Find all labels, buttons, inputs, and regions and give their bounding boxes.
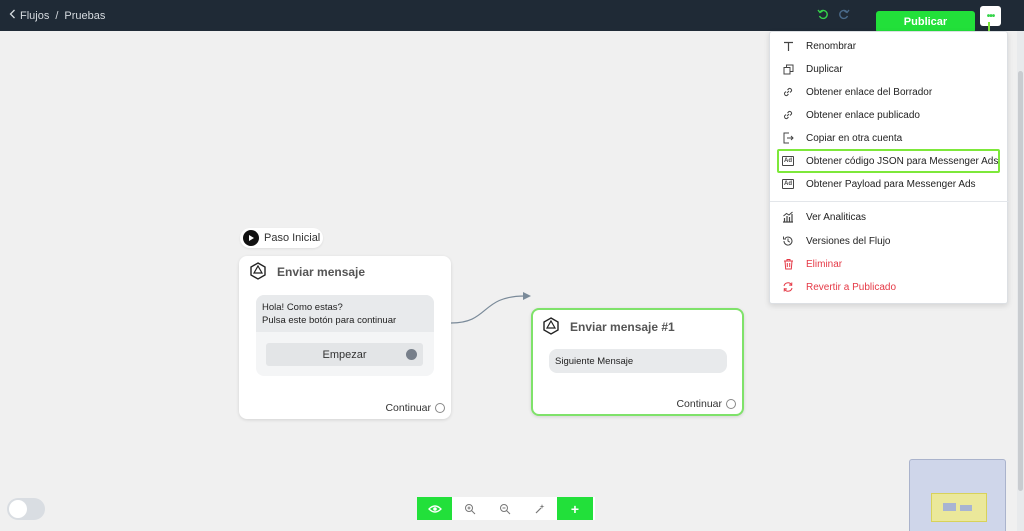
more-options-button[interactable]: ••• (980, 6, 1001, 26)
more-horizontal-icon: ••• (986, 10, 995, 22)
continue-handle[interactable] (726, 399, 736, 409)
menu-item-label: Eliminar (806, 258, 843, 270)
message-card[interactable]: Hola! Como estas? Pulsa este botón para … (256, 295, 434, 376)
menu-item-enlace-borrador[interactable]: Obtener enlace del Borrador (780, 82, 932, 102)
zoom-in-button[interactable] (452, 497, 487, 520)
breadcrumb: Flujos / Pruebas (9, 9, 105, 22)
menu-item-copiar-cuenta[interactable]: Copiar en otra cuenta (780, 128, 902, 148)
node-title: Enviar mensaje #1 (570, 320, 675, 334)
start-step-label: Paso Inicial (264, 232, 321, 244)
menu-item-renombrar[interactable]: Renombrar (780, 36, 856, 56)
breadcrumb-pruebas: Pruebas (64, 9, 106, 22)
auto-layout-button[interactable] (522, 497, 557, 520)
breadcrumb-separator: / (55, 9, 59, 22)
plus-icon: + (570, 500, 580, 517)
chevron-left-icon[interactable] (9, 9, 16, 22)
minimap-node (943, 503, 956, 511)
menu-item-label: Renombrar (806, 40, 857, 52)
continue-label: Continuar (385, 402, 431, 414)
continue-output[interactable]: Continuar (385, 402, 445, 414)
menu-item-json-messenger-ads[interactable]: Ad Obtener código JSON para Messenger Ad… (780, 151, 998, 171)
ad-icon: Ad (782, 179, 794, 189)
play-icon (243, 230, 259, 246)
undo-icon[interactable] (816, 8, 830, 22)
zoom-out-button[interactable] (487, 497, 522, 520)
menu-item-label: Versiones del Flujo (806, 235, 891, 247)
minimap-node (960, 505, 972, 511)
toggle-knob (9, 500, 27, 518)
start-step-pill[interactable]: Paso Inicial (240, 228, 323, 248)
export-icon (780, 131, 796, 145)
menu-item-revertir[interactable]: Revertir a Publicado (780, 277, 896, 297)
menu-item-label: Obtener código JSON para Messenger Ads (806, 155, 999, 167)
menu-item-eliminar[interactable]: Eliminar (780, 254, 842, 274)
canvas-toolbar: + (417, 497, 595, 520)
minimap-viewport[interactable] (931, 493, 987, 522)
eye-icon (427, 504, 442, 513)
send-message-node-1[interactable]: Enviar mensaje #1 Siguiente Mensaje Cont… (531, 308, 744, 416)
copy-icon (780, 62, 796, 76)
options-menu: Renombrar Duplicar Obtener enlace del Bo… (769, 31, 1009, 304)
menu-item-label: Ver Analiticas (806, 211, 867, 223)
node-title: Enviar mensaje (277, 265, 366, 279)
message-line-1: Hola! Como estas? (262, 302, 343, 313)
continue-output[interactable]: Continuar (676, 398, 736, 410)
top-bar: Flujos / Pruebas Publicar ••• (0, 0, 1024, 33)
minimap[interactable] (909, 459, 1006, 531)
menu-divider (770, 201, 1009, 202)
menu-item-label: Duplicar (806, 63, 843, 75)
message-text[interactable]: Hola! Como estas? Pulsa este botón para … (256, 295, 434, 332)
menu-item-label: Revertir a Publicado (806, 281, 897, 293)
history-icon (780, 234, 796, 248)
zoom-out-icon (499, 503, 510, 514)
message-line-2: Pulsa este botón para continuar (262, 315, 397, 326)
trash-icon (780, 257, 796, 271)
continue-handle[interactable] (435, 403, 445, 413)
button-connector-handle[interactable] (406, 349, 417, 360)
menu-item-label: Obtener enlace publicado (806, 109, 920, 121)
add-node-button[interactable]: + (557, 497, 593, 520)
magic-icon (535, 503, 544, 513)
chatbot-icon (543, 317, 559, 335)
ad-icon: Ad (782, 156, 794, 166)
menu-item-payload-messenger-ads[interactable]: Ad Obtener Payload para Messenger Ads (780, 174, 976, 194)
message-button-empezar[interactable]: Empezar (266, 343, 423, 366)
publish-button[interactable]: Publicar (876, 11, 975, 33)
preview-button[interactable] (417, 497, 452, 520)
breadcrumb-flujos[interactable]: Flujos (20, 10, 49, 22)
next-message-card[interactable]: Siguiente Mensaje (549, 349, 727, 373)
continue-label: Continuar (676, 398, 722, 410)
menu-item-label: Obtener Payload para Messenger Ads (806, 178, 976, 190)
menu-item-ver-analiticas[interactable]: Ver Analiticas (780, 207, 866, 227)
chatbot-icon (250, 262, 266, 280)
menu-item-enlace-publicado[interactable]: Obtener enlace publicado (780, 105, 920, 125)
mode-toggle[interactable] (7, 498, 45, 520)
menu-item-versiones[interactable]: Versiones del Flujo (780, 231, 891, 251)
menu-item-duplicar[interactable]: Duplicar (780, 59, 843, 79)
menu-item-label: Obtener enlace del Borrador (806, 86, 933, 98)
send-message-node[interactable]: Enviar mensaje Hola! Como estas? Pulsa e… (239, 256, 451, 419)
zoom-in-icon (464, 503, 475, 514)
link-icon (780, 85, 796, 99)
link-icon (780, 108, 796, 122)
text-icon (780, 39, 796, 53)
message-button-label: Empezar (322, 348, 367, 361)
redo-icon[interactable] (837, 8, 851, 22)
revert-icon (780, 280, 796, 294)
analytics-icon (780, 210, 796, 224)
menu-item-label: Copiar en otra cuenta (806, 132, 903, 144)
